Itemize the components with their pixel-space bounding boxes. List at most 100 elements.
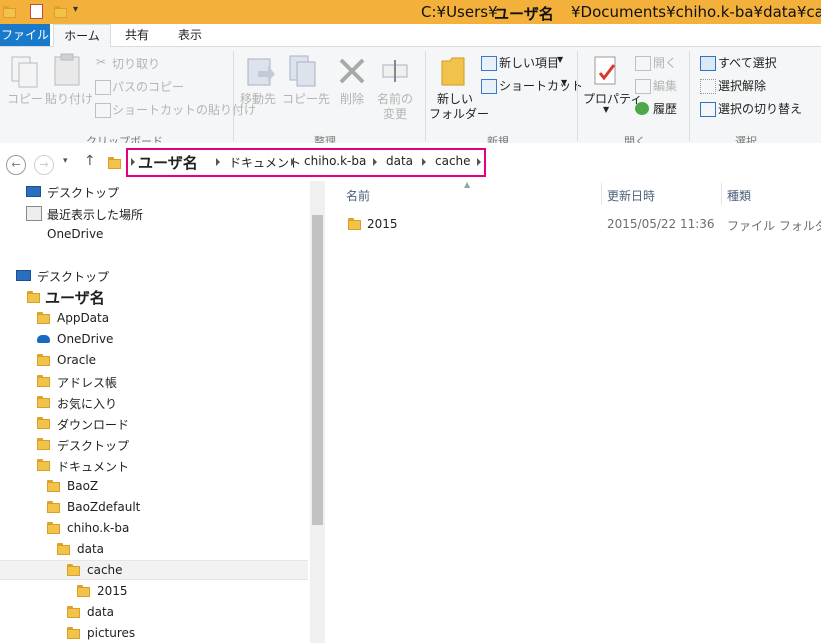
nav-cache[interactable]: cache	[87, 563, 123, 577]
shortcut-button[interactable]: ショートカット	[499, 77, 583, 94]
breadcrumb-cache[interactable]: cache	[435, 154, 471, 168]
nav-desktop[interactable]: デスクトップ	[37, 268, 109, 285]
rename-icon[interactable]	[381, 57, 409, 85]
up-arrow-icon[interactable]: ↑	[84, 153, 96, 169]
nav-chiho[interactable]: chiho.k-ba	[67, 521, 129, 535]
new-folder-icon[interactable]	[440, 55, 466, 87]
copy-icon[interactable]	[10, 55, 40, 89]
paste-icon[interactable]	[52, 53, 82, 87]
folder-icon	[47, 501, 60, 513]
folder-icon	[348, 218, 361, 230]
chevron-down-icon[interactable]: ▼	[557, 55, 563, 64]
chevron-down-icon[interactable]: ▼	[603, 105, 609, 114]
copy-button[interactable]: コピー	[7, 90, 43, 107]
history-icon[interactable]	[635, 102, 649, 115]
column-type[interactable]: 種類	[727, 187, 751, 204]
row-type: ファイル フォルダー	[727, 219, 821, 233]
breadcrumb-arrow-icon[interactable]	[422, 158, 426, 166]
open-icon[interactable]	[635, 56, 651, 71]
delete-button[interactable]: 削除	[340, 90, 364, 107]
breadcrumb-arrow-icon[interactable]	[216, 158, 220, 166]
new-folder-label-2[interactable]: フォルダー	[429, 105, 489, 122]
nav-favorite-desktop[interactable]: デスクトップ	[47, 184, 119, 201]
nav-baoz[interactable]: BaoZ	[67, 479, 98, 493]
delete-icon[interactable]	[338, 57, 366, 85]
back-button[interactable]: ←	[6, 155, 26, 175]
open-button[interactable]: 開く	[653, 54, 677, 71]
move-to-icon[interactable]	[244, 53, 276, 89]
shortcut-icon[interactable]	[481, 79, 497, 94]
edit-icon[interactable]	[635, 79, 651, 94]
cut-button[interactable]: 切り取り	[112, 55, 160, 72]
copy-to-button[interactable]: コピー先	[282, 90, 330, 107]
nav-favorites[interactable]: お気に入り	[57, 395, 117, 412]
properties-button[interactable]: プロパティ	[583, 90, 642, 107]
edit-button[interactable]: 編集	[653, 77, 677, 94]
nav-baozdefault[interactable]: BaoZdefault	[67, 500, 140, 514]
nav-scrollbar-thumb[interactable]	[312, 215, 323, 525]
contacts-icon	[37, 375, 50, 387]
move-to-button[interactable]: 移動先	[240, 90, 276, 107]
nav-data[interactable]: data	[77, 542, 104, 556]
nav-downloads[interactable]: ダウンロード	[57, 416, 129, 433]
column-separator[interactable]	[721, 183, 722, 205]
nav-contacts[interactable]: アドレス帳	[57, 374, 117, 391]
nav-user[interactable]: ユーザ名	[45, 287, 105, 308]
nav-2015[interactable]: 2015	[97, 584, 128, 598]
column-modified[interactable]: 更新日時	[607, 187, 655, 204]
breadcrumb-arrow-icon[interactable]	[373, 158, 377, 166]
select-none-icon[interactable]	[700, 79, 716, 94]
nav-user-desktop[interactable]: デスクトップ	[57, 437, 129, 454]
select-all-icon[interactable]	[700, 56, 716, 71]
favorites-star-icon	[37, 396, 50, 408]
nav-appdata[interactable]: AppData	[57, 311, 109, 325]
user-folder-icon	[27, 291, 40, 303]
title-user: ユーザ名	[494, 5, 554, 23]
nav-pictures[interactable]: pictures	[87, 626, 135, 640]
tab-file[interactable]: ファイル	[0, 24, 50, 46]
copy-path-icon[interactable]	[95, 80, 111, 95]
new-item-button[interactable]: 新しい項目	[499, 54, 559, 71]
breadcrumb-arrow-icon[interactable]	[291, 158, 295, 166]
paste-button[interactable]: 貼り付け	[45, 90, 93, 107]
tab-share[interactable]: 共有	[113, 24, 161, 46]
paste-shortcut-icon[interactable]	[95, 103, 111, 118]
select-none-button[interactable]: 選択解除	[718, 77, 766, 94]
copy-to-icon[interactable]	[287, 53, 319, 89]
breadcrumb-user[interactable]: ユーザ名	[138, 152, 198, 173]
copy-path-button[interactable]: パスのコピー	[112, 78, 184, 95]
column-name[interactable]: 名前	[346, 187, 370, 204]
new-folder-qa-icon[interactable]	[54, 6, 67, 18]
scissors-icon[interactable]: ✂	[96, 55, 106, 69]
nav-onedrive[interactable]: OneDrive	[57, 332, 113, 346]
rename-label-2[interactable]: 変更	[383, 105, 407, 122]
nav-favorite-onedrive[interactable]: OneDrive	[47, 227, 103, 241]
history-button[interactable]: 履歴	[653, 100, 677, 117]
select-all-button[interactable]: すべて選択	[718, 54, 777, 71]
nav-documents[interactable]: ドキュメント	[57, 458, 129, 475]
forward-button[interactable]: →	[34, 155, 54, 175]
nav-data-2[interactable]: data	[87, 605, 114, 619]
ribbon-separator	[689, 51, 690, 141]
breadcrumb-arrow-icon[interactable]	[131, 158, 135, 166]
tab-home[interactable]: ホーム	[53, 24, 111, 47]
properties-qa-icon[interactable]	[30, 4, 43, 19]
nav-favorite-recent[interactable]: 最近表示した場所	[47, 206, 143, 223]
customize-qa-icon[interactable]: ▾	[73, 4, 86, 19]
properties-icon[interactable]	[592, 55, 620, 87]
column-separator[interactable]	[601, 183, 602, 205]
nav-oracle[interactable]: Oracle	[57, 353, 96, 367]
chevron-down-icon[interactable]: ▼	[561, 78, 567, 87]
breadcrumb-arrow-icon[interactable]	[477, 158, 481, 166]
recent-locations-icon[interactable]: ▾	[63, 156, 68, 166]
invert-selection-button[interactable]: 選択の切り替え	[718, 100, 802, 117]
tab-view[interactable]: 表示	[166, 24, 214, 46]
row-name[interactable]: 2015	[367, 217, 398, 231]
breadcrumb-data[interactable]: data	[386, 154, 413, 168]
paste-shortcut-button[interactable]: ショートカットの貼り付け	[112, 101, 256, 118]
folder-icon	[77, 585, 90, 597]
invert-selection-icon[interactable]	[700, 102, 716, 117]
new-item-icon[interactable]	[481, 56, 497, 71]
folder-icon	[37, 354, 50, 366]
breadcrumb-chiho[interactable]: chiho.k-ba	[304, 154, 366, 168]
